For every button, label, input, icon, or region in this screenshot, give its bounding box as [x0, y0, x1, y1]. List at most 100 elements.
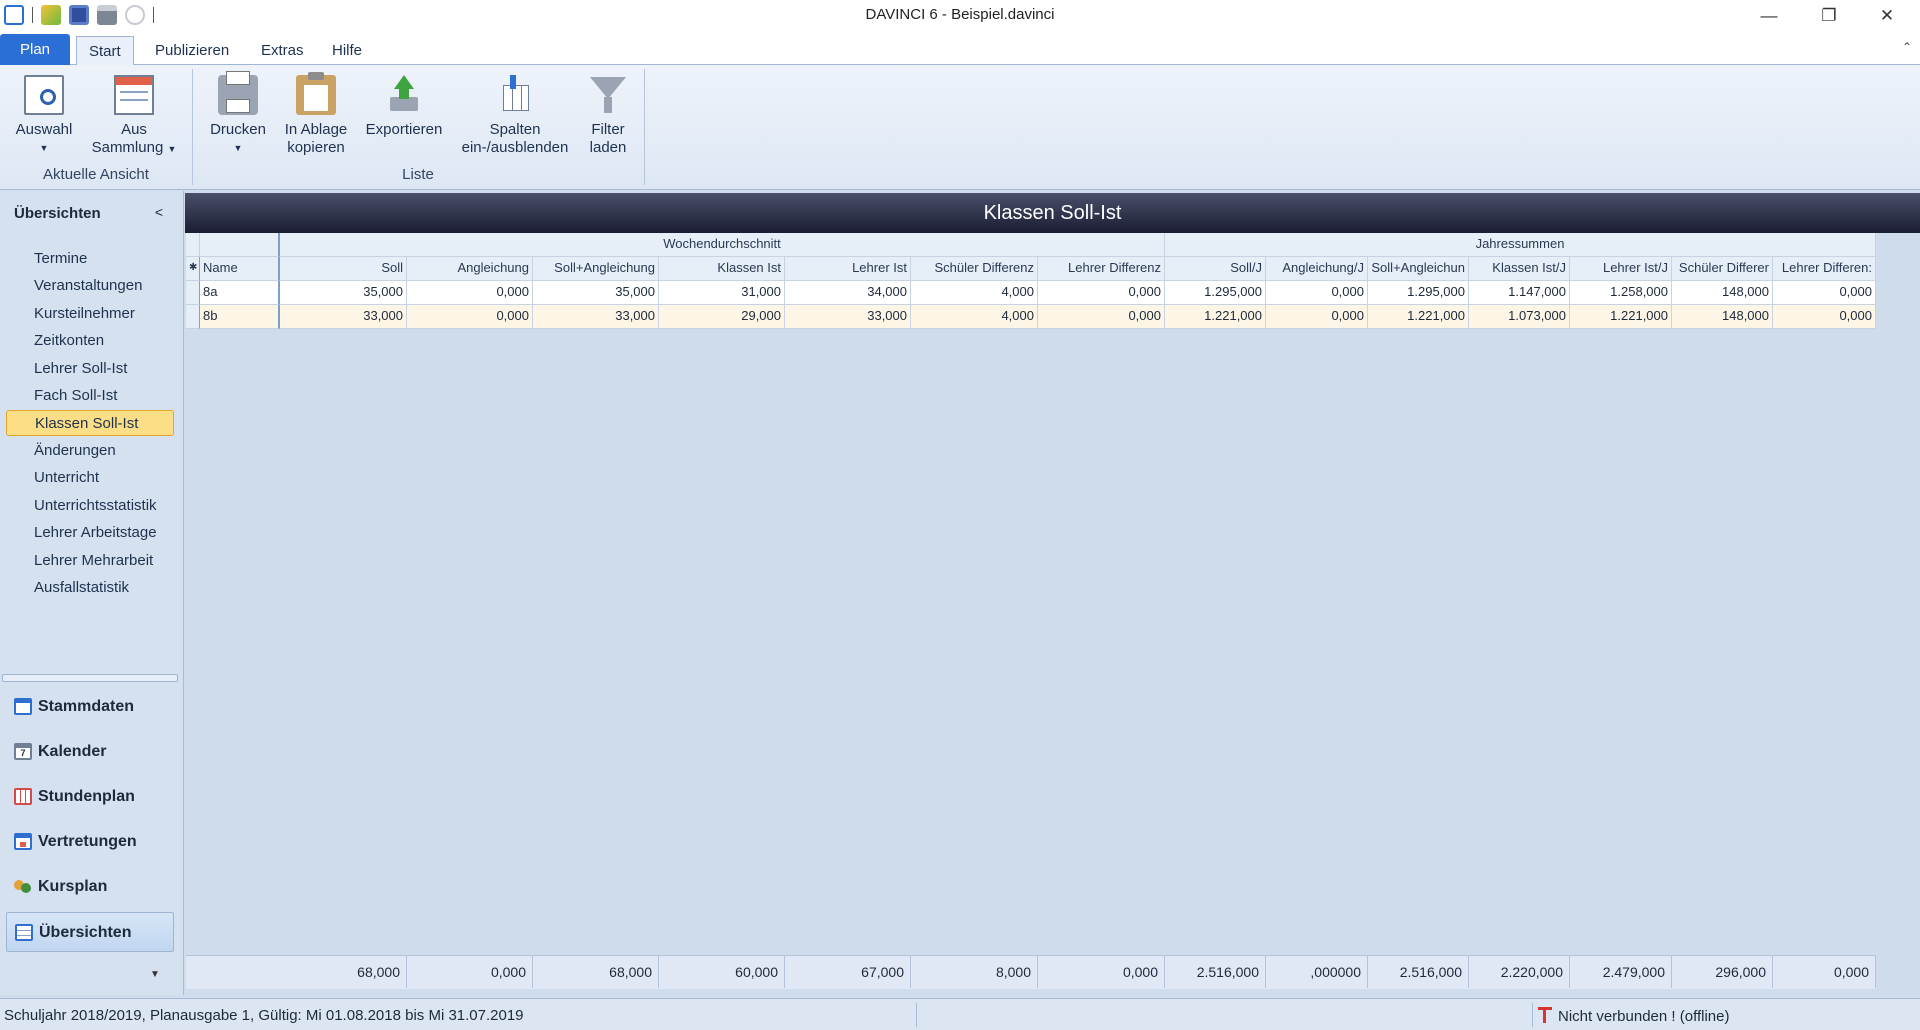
column-header-angleichung-j[interactable]: Angleichung/J	[1266, 257, 1368, 281]
collection-icon	[114, 75, 154, 115]
cell-angleichung[interactable]: 0,000	[407, 305, 533, 329]
total-soll-j: 2.516,000	[1165, 956, 1266, 988]
cell-soll-angleichung[interactable]: 33,000	[533, 305, 659, 329]
filter-icon	[588, 75, 628, 115]
filter-laden-button[interactable]: Filter laden	[580, 75, 636, 157]
cell-lehrer-ist-j[interactable]: 1.258,000	[1570, 281, 1672, 305]
nav-item-lehrer-mehrarbeit[interactable]: Lehrer Mehrarbeit	[6, 548, 174, 574]
module-stundenplan[interactable]: Stundenplan	[6, 777, 174, 817]
cell-soll-angleichung-j[interactable]: 1.295,000	[1368, 281, 1469, 305]
exportieren-button[interactable]: Exportieren	[362, 75, 446, 139]
maximize-button[interactable]: ❐	[1806, 0, 1852, 32]
column-header-lehrer-differenz-j[interactable]: Lehrer Differen:	[1773, 257, 1876, 281]
spalten-ein-ausblenden-button[interactable]: Spalten ein-/ausblenden	[456, 75, 574, 157]
collapse-ribbon-icon[interactable]: ⌃	[1902, 40, 1912, 54]
column-header-lehrer-differenz[interactable]: Lehrer Differenz	[1038, 257, 1165, 281]
cell-name[interactable]: 8b	[200, 305, 280, 329]
row-indicator[interactable]	[186, 281, 200, 305]
in-ablage-kopieren-button[interactable]: In Ablage kopieren	[280, 72, 352, 157]
column-header-soll-j[interactable]: Soll/J	[1165, 257, 1266, 281]
cell-schueler-differenz-j[interactable]: 148,000	[1672, 281, 1773, 305]
tab-hilfe[interactable]: Hilfe	[320, 36, 374, 65]
minimize-button[interactable]: —	[1746, 0, 1792, 32]
cell-lehrer-differenz[interactable]: 0,000	[1038, 305, 1165, 329]
column-header-lehrer-ist-j[interactable]: Lehrer Ist/J	[1570, 257, 1672, 281]
cell-schueler-differenz[interactable]: 4,000	[911, 305, 1038, 329]
drucken-label: Drucken	[210, 121, 266, 138]
band-spacer	[186, 233, 200, 257]
cell-soll[interactable]: 35,000	[280, 281, 407, 305]
module-vertretungen[interactable]: Vertretungen	[6, 822, 174, 862]
tab-plan[interactable]: Plan	[0, 34, 71, 65]
nav-item-lehrer-arbeitstage[interactable]: Lehrer Arbeitstage	[6, 520, 174, 546]
column-header-angleichung[interactable]: Angleichung	[407, 257, 533, 281]
auswahl-button[interactable]: Auswahl ▼	[8, 75, 80, 157]
column-header-soll-angleichung-j[interactable]: Soll+Angleichun	[1368, 257, 1469, 281]
column-header-schueler-differenz[interactable]: Schüler Differenz	[911, 257, 1038, 281]
column-header-klassen-ist[interactable]: Klassen Ist	[659, 257, 785, 281]
cell-klassen-ist[interactable]: 31,000	[659, 281, 785, 305]
column-header-lehrer-ist[interactable]: Lehrer Ist	[785, 257, 911, 281]
nav-item-ausfallstatistik[interactable]: Ausfallstatistik	[6, 575, 174, 601]
aus-sammlung-label-line2: Sammlung ▼	[88, 139, 180, 158]
collapse-sidebar-icon[interactable]: <	[155, 204, 163, 220]
cell-lehrer-differenz-j[interactable]: 0,000	[1773, 281, 1876, 305]
column-header-name[interactable]: Name	[200, 257, 280, 281]
cell-angleichung[interactable]: 0,000	[407, 281, 533, 305]
nav-item-unterricht[interactable]: Unterricht	[6, 465, 174, 491]
clipboard-icon	[296, 72, 336, 115]
cell-lehrer-ist[interactable]: 34,000	[785, 281, 911, 305]
row-indicator[interactable]	[186, 305, 200, 329]
nav-item-termine[interactable]: Termine	[6, 246, 174, 272]
cell-schueler-differenz-j[interactable]: 148,000	[1672, 305, 1773, 329]
cell-angleichung-j[interactable]: 0,000	[1266, 305, 1368, 329]
column-header-soll-angleichung[interactable]: Soll+Angleichung	[533, 257, 659, 281]
connection-status[interactable]: Nicht verbunden ! (offline)	[1538, 1007, 1729, 1025]
cell-lehrer-differenz-j[interactable]: 0,000	[1773, 305, 1876, 329]
module-stammdaten[interactable]: Stammdaten	[6, 687, 174, 727]
more-modules-icon[interactable]: ▼	[150, 969, 160, 980]
drucken-button[interactable]: Drucken ▼	[200, 71, 276, 157]
column-header-soll[interactable]: Soll	[280, 257, 407, 281]
nav-item-aenderungen[interactable]: Änderungen	[6, 438, 174, 464]
cell-lehrer-differenz[interactable]: 0,000	[1038, 281, 1165, 305]
tab-start[interactable]: Start	[76, 36, 134, 65]
tab-extras[interactable]: Extras	[249, 36, 316, 65]
cell-klassen-ist[interactable]: 29,000	[659, 305, 785, 329]
nav-item-zeitkonten[interactable]: Zeitkonten	[6, 328, 174, 354]
cell-angleichung-j[interactable]: 0,000	[1266, 281, 1368, 305]
cell-soll-angleichung-j[interactable]: 1.221,000	[1368, 305, 1469, 329]
chevron-down-icon: ▼	[233, 143, 243, 153]
nav-item-lehrer-soll-ist[interactable]: Lehrer Soll-Ist	[6, 356, 174, 382]
total-lehrer-differenz: 0,000	[1038, 956, 1165, 988]
module-kursplan[interactable]: Kursplan	[6, 867, 174, 907]
module-uebersichten[interactable]: Übersichten	[6, 912, 174, 952]
column-header-klassen-ist-j[interactable]: Klassen Ist/J	[1469, 257, 1570, 281]
tab-publizieren[interactable]: Publizieren	[143, 36, 241, 65]
table-row[interactable]: 8b 33,000 0,000 33,000 29,000 33,000 4,0…	[186, 305, 1876, 329]
cell-schueler-differenz[interactable]: 4,000	[911, 281, 1038, 305]
cell-soll[interactable]: 33,000	[280, 305, 407, 329]
nav-item-unterrichtsstatistik[interactable]: Unterrichtsstatistik	[6, 493, 174, 519]
nav-item-klassen-soll-ist[interactable]: Klassen Soll-Ist	[6, 410, 174, 436]
cell-lehrer-ist[interactable]: 33,000	[785, 305, 911, 329]
sidebar-splitter[interactable]	[2, 674, 178, 682]
close-button[interactable]: ✕	[1864, 0, 1910, 32]
column-header-schueler-differenz-j[interactable]: Schüler Differer	[1672, 257, 1773, 281]
cell-name[interactable]: 8a	[200, 281, 280, 305]
table-row[interactable]: 8a 35,000 0,000 35,000 31,000 34,000 4,0…	[186, 281, 1876, 305]
nav-item-veranstaltungen[interactable]: Veranstaltungen	[6, 273, 174, 299]
module-kalender[interactable]: 7 Kalender	[6, 732, 174, 772]
nav-item-kursteilnehmer[interactable]: Kursteilnehmer	[6, 301, 174, 327]
export-icon	[384, 75, 424, 115]
aus-sammlung-button[interactable]: Aus Sammlung ▼	[88, 75, 180, 158]
cell-klassen-ist-j[interactable]: 1.073,000	[1469, 305, 1570, 329]
cell-soll-angleichung[interactable]: 35,000	[533, 281, 659, 305]
nav-item-fach-soll-ist[interactable]: Fach Soll-Ist	[6, 383, 174, 409]
cell-klassen-ist-j[interactable]: 1.147,000	[1469, 281, 1570, 305]
cell-lehrer-ist-j[interactable]: 1.221,000	[1570, 305, 1672, 329]
disconnected-icon	[1538, 1007, 1552, 1023]
cell-soll-j[interactable]: 1.295,000	[1165, 281, 1266, 305]
cell-soll-j[interactable]: 1.221,000	[1165, 305, 1266, 329]
sidebar-title: Übersichten	[14, 205, 101, 222]
